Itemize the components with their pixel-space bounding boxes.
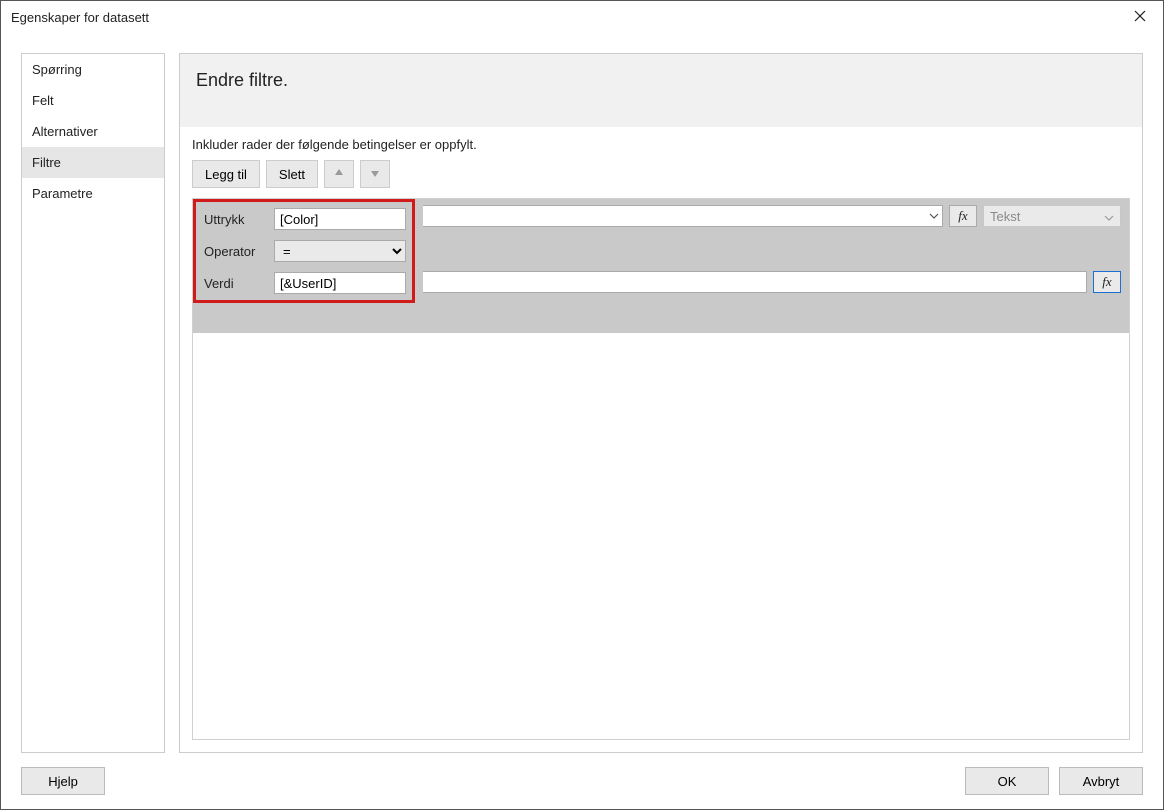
sidebar-item-filters[interactable]: Filtre: [22, 147, 164, 178]
expression-input[interactable]: [274, 208, 406, 230]
window-title: Egenskaper for datasett: [11, 10, 149, 25]
filter-toolbar: Legg til Slett: [192, 160, 1130, 188]
move-up-button[interactable]: [324, 160, 354, 188]
close-button[interactable]: [1117, 1, 1163, 33]
filter-list: Uttrykk Operator = Verdi: [192, 198, 1130, 740]
sidebar-item-query[interactable]: Spørring: [22, 54, 164, 85]
arrow-down-icon: [369, 167, 381, 182]
ok-button[interactable]: OK: [965, 767, 1049, 795]
value-row-extras: fx: [423, 271, 1121, 293]
help-button[interactable]: Hjelp: [21, 767, 105, 795]
filter-empty-area: [193, 333, 1129, 739]
sidebar-item-parameters[interactable]: Parametre: [22, 178, 164, 209]
sidebar-item-fields[interactable]: Felt: [22, 85, 164, 116]
expression-combo-input[interactable]: [423, 205, 943, 227]
expression-label: Uttrykk: [204, 212, 274, 227]
sidebar: Spørring Felt Alternativer Filtre Parame…: [21, 53, 165, 753]
operator-label: Operator: [204, 244, 274, 259]
panel-header: Endre filtre.: [180, 54, 1142, 127]
value-fx-button[interactable]: fx: [1093, 271, 1121, 293]
dialog-footer: Hjelp OK Avbryt: [1, 753, 1163, 809]
titlebar: Egenskaper for datasett: [1, 1, 1163, 33]
value-input[interactable]: [274, 272, 406, 294]
chevron-down-icon: [1104, 211, 1114, 226]
instruction-text: Inkluder rader der følgende betingelser …: [192, 137, 1130, 152]
highlight-annotation: Uttrykk Operator = Verdi: [193, 199, 415, 303]
cancel-button[interactable]: Avbryt: [1059, 767, 1143, 795]
expression-fx-button[interactable]: fx: [949, 205, 977, 227]
value-label: Verdi: [204, 276, 274, 291]
panel-body: Inkluder rader der følgende betingelser …: [180, 127, 1142, 752]
datatype-select[interactable]: Tekst: [983, 205, 1121, 227]
delete-button[interactable]: Slett: [266, 160, 318, 188]
dialog-window: Egenskaper for datasett Spørring Felt Al…: [0, 0, 1164, 810]
expression-row-extras: fx Tekst: [423, 205, 1121, 227]
close-icon: [1134, 10, 1146, 25]
move-down-button[interactable]: [360, 160, 390, 188]
arrow-up-icon: [333, 167, 345, 182]
sidebar-item-options[interactable]: Alternativer: [22, 116, 164, 147]
main-panel: Endre filtre. Inkluder rader der følgend…: [179, 53, 1143, 753]
expression-combo[interactable]: [423, 205, 943, 227]
dialog-body: Spørring Felt Alternativer Filtre Parame…: [1, 33, 1163, 753]
add-button[interactable]: Legg til: [192, 160, 260, 188]
datatype-value: Tekst: [990, 209, 1020, 224]
filter-row: Uttrykk Operator = Verdi: [193, 199, 1129, 333]
value-input-extended[interactable]: [423, 271, 1087, 293]
operator-select[interactable]: =: [274, 240, 406, 262]
